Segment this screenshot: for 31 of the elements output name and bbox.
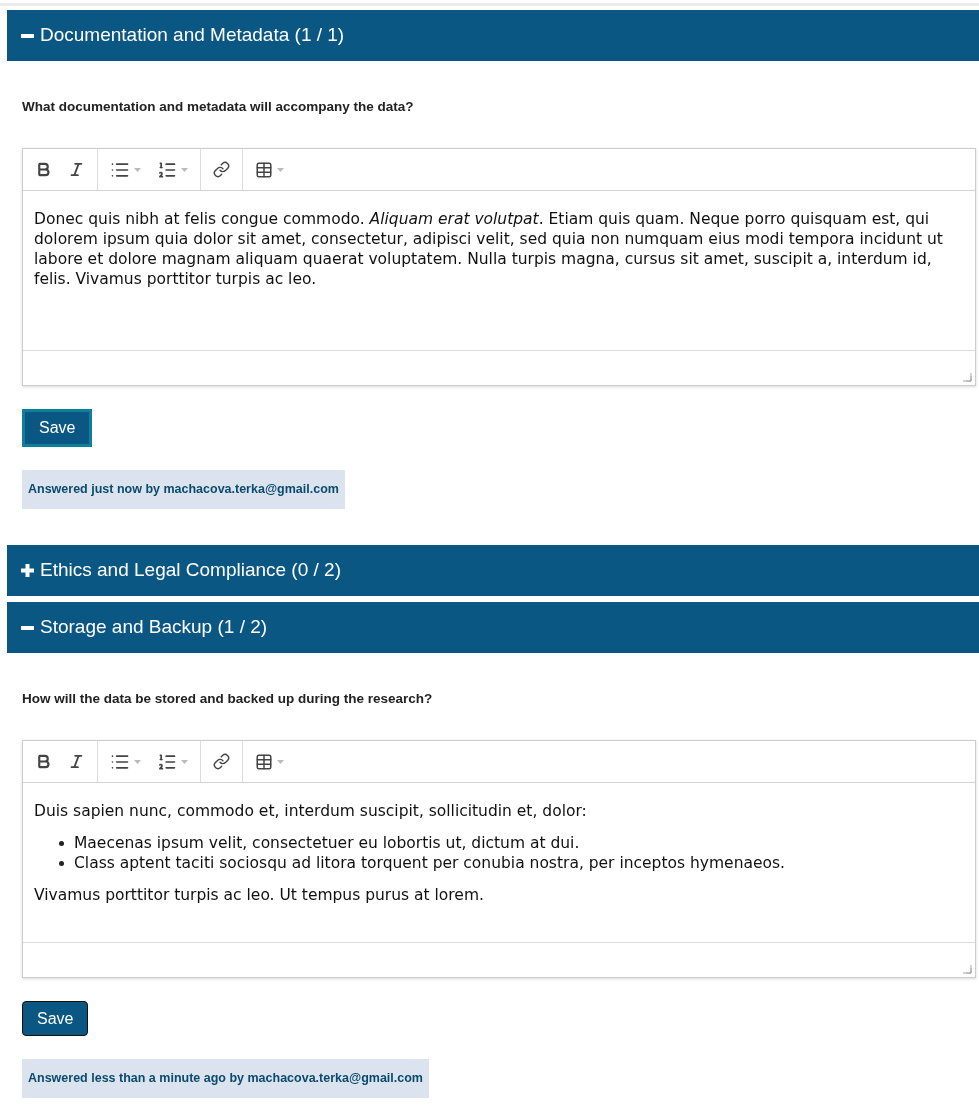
bullet-icon xyxy=(59,841,64,847)
save-button[interactable]: Save xyxy=(22,409,93,448)
minus-icon xyxy=(21,625,34,630)
question-text: How will the data be stored and backed up during the research? xyxy=(22,690,434,708)
caret-icon xyxy=(277,167,284,172)
list-item: Class aptent taciti sociosqu ad litora torquent per conubia nostra, per inceptos hymenaeos. xyxy=(74,853,785,874)
caret-icon xyxy=(134,759,141,764)
answer-field[interactable] xyxy=(23,191,975,351)
list-item: Maecenas ipsum velit, consectetuer eu lobortis ut, dictum at dui. xyxy=(74,833,580,854)
table-icon xyxy=(255,752,273,771)
bullet-icon xyxy=(59,861,64,867)
caret-icon xyxy=(181,759,188,764)
caret-icon xyxy=(181,167,188,172)
answered-status: Answered just now by machacova.terka@gmail.com xyxy=(22,470,345,509)
answered-status: Answered less than a minute ago by machacova.terka@gmail.com xyxy=(22,1059,429,1098)
answer-field[interactable] xyxy=(23,783,975,943)
caret-icon xyxy=(134,167,141,172)
question-text: What documentation and metadata will accompany the data? xyxy=(22,98,415,116)
resize-handle-icon[interactable] xyxy=(962,964,972,975)
save-button[interactable]: Save xyxy=(22,1001,89,1037)
minus-icon xyxy=(21,33,34,38)
answer-paragraph: Donec quis nibh at felis congue commodo. Aliquam erat volutpat. Etiam quis quam. Neque porro quisquam est, qui dolorem ipsum quia dolor sit amet, consectetur, adipisci velit, sed quia non numquam eius modi tempora incidunt ut labore et dolore magnam aliquam quaerat voluptatem. Nulla turpis magna, cursus sit amet, suscipit a, interdum id, felis. Vivamus porttitor turpis ac leo. xyxy=(34,209,944,290)
table-icon xyxy=(255,160,273,179)
caret-icon xyxy=(277,759,284,764)
section-header[interactable]: Storage and Backup (1 / 2) xyxy=(7,602,979,653)
section-header[interactable]: Ethics and Legal Compliance (0 / 2) xyxy=(7,545,979,596)
section-header[interactable]: Documentation and Metadata (1 / 1) xyxy=(7,10,979,61)
answer-paragraph: Vivamus porttitor turpis ac leo. Ut tempus purus at lorem. xyxy=(34,885,485,906)
resize-handle-icon[interactable] xyxy=(962,372,972,383)
plus-icon xyxy=(21,564,34,577)
answer-paragraph: Duis sapien nunc, commodo et, interdum suscipit, sollicitudin et, dolor: xyxy=(34,801,588,822)
